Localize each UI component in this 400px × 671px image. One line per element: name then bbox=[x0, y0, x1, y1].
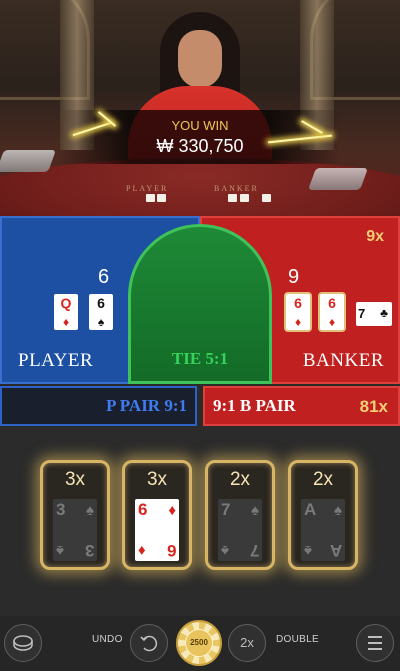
lightning-card: 2x 7 ♠ ♠ 7 bbox=[205, 460, 275, 570]
card-rank: 6 bbox=[166, 541, 176, 560]
banker-score: 9 bbox=[288, 266, 300, 288]
undo-label: UNDO bbox=[92, 634, 123, 645]
card-suit: ♦ bbox=[168, 502, 176, 519]
lightning-card: 3x 3 ♠ ♠ 3 bbox=[40, 460, 110, 570]
betting-area: 6 Q ♦ 6 ♠ PLAYER 9x 9 6 ♦ 6 ♦ 7 ♣ BANKER… bbox=[0, 216, 400, 386]
chip-selector[interactable]: 2500 bbox=[176, 620, 222, 666]
chip-stack-button[interactable] bbox=[4, 624, 42, 662]
chip-stack-icon bbox=[13, 635, 33, 651]
double-label: DOUBLE bbox=[276, 634, 319, 645]
card-suit: ♠ bbox=[97, 315, 105, 329]
chip-value: 2500 bbox=[190, 638, 208, 647]
player-pair-label: P PAIR 9:1 bbox=[106, 396, 187, 415]
player-pair-bet[interactable]: P PAIR 9:1 bbox=[0, 386, 197, 426]
bottom-controls: UNDO 2500 2x DOUBLE bbox=[0, 616, 400, 671]
undo-button[interactable] bbox=[130, 624, 168, 662]
card-rank: A bbox=[329, 541, 342, 560]
player-card: Q ♦ bbox=[54, 294, 78, 330]
banker-multiplier: 9x bbox=[366, 228, 384, 245]
card-suit: ♠ bbox=[334, 502, 342, 519]
table-card bbox=[146, 194, 155, 202]
card-rank: 3 bbox=[56, 500, 66, 519]
table-card bbox=[228, 194, 237, 202]
table-banker-text: BANKER bbox=[214, 184, 259, 193]
double-badge: 2x bbox=[240, 635, 254, 650]
lightning-cards-area: 3x 3 ♠ ♠ 3 3x 6 ♦ ♦ 6 2x 7 ♠ ♠ 7 2x A ♠ … bbox=[0, 426, 400, 616]
card-rank: 7 bbox=[249, 541, 259, 560]
card-rank: 6 bbox=[138, 500, 148, 519]
table-card bbox=[157, 194, 166, 202]
lightning-card: 3x 6 ♦ ♦ 6 bbox=[122, 460, 192, 570]
tie-label: TIE 5:1 bbox=[171, 349, 229, 368]
double-button[interactable]: 2x bbox=[228, 624, 266, 662]
card-suit: ♠ bbox=[304, 542, 312, 559]
card-rank: 6 bbox=[328, 295, 336, 311]
player-score: 6 bbox=[98, 266, 110, 288]
card-suit: ♠ bbox=[56, 542, 64, 559]
card-suit: ♦ bbox=[294, 315, 302, 329]
player-card: 6 ♠ bbox=[89, 294, 113, 330]
table-player-text: PLAYER bbox=[126, 184, 169, 193]
card-suit: ♠ bbox=[221, 542, 229, 559]
lightning-card-face: 3 ♠ ♠ 3 bbox=[53, 499, 97, 561]
win-banner: YOU WIN ₩ 330,750 bbox=[60, 110, 340, 164]
table-card bbox=[240, 194, 249, 202]
card-suit: ♠ bbox=[251, 502, 259, 519]
card-rank: 3 bbox=[84, 541, 94, 560]
lightning-multiplier: 3x bbox=[146, 469, 168, 490]
lightning-card-face: A ♠ ♠ A bbox=[301, 499, 345, 561]
card-suit: ♦ bbox=[62, 315, 70, 329]
discard-tray bbox=[307, 168, 369, 190]
card-rank: 6 bbox=[97, 295, 105, 311]
chip-face: 2500 bbox=[185, 629, 213, 657]
card-rank: 6 bbox=[294, 295, 302, 311]
lightning-multiplier: 3x bbox=[64, 469, 86, 490]
hamburger-icon bbox=[368, 636, 382, 650]
card-suit: ♣ bbox=[380, 306, 388, 320]
menu-button[interactable] bbox=[356, 624, 394, 662]
lightning-multiplier: 2x bbox=[229, 469, 251, 490]
card-rank: A bbox=[304, 500, 317, 519]
card-rank: Q bbox=[60, 295, 72, 311]
player-label: PLAYER bbox=[18, 350, 94, 371]
card-rank: 7 bbox=[358, 306, 366, 321]
lightning-card-face: 7 ♠ ♠ 7 bbox=[218, 499, 262, 561]
undo-arrow-icon bbox=[140, 635, 158, 652]
banker-label: BANKER bbox=[302, 350, 384, 371]
card-suit: ♦ bbox=[138, 542, 146, 559]
card-shoe bbox=[0, 150, 57, 172]
dealer-face bbox=[178, 30, 222, 88]
card-suit: ♦ bbox=[328, 315, 336, 329]
banker-card: 6 ♦ bbox=[286, 294, 310, 330]
lightning-multiplier: 2x bbox=[312, 469, 334, 490]
card-suit: ♠ bbox=[86, 502, 94, 519]
lightning-card-face: 6 ♦ ♦ 6 bbox=[135, 499, 179, 561]
live-dealer-video: PLAYER BANKER YOU WIN ₩ 330,750 bbox=[0, 0, 400, 216]
table-card bbox=[262, 194, 271, 202]
banker-third-card: 7 ♣ bbox=[356, 302, 392, 326]
banker-pair-label: 9:1 B PAIR bbox=[213, 396, 296, 415]
tie-bet-zone[interactable]: TIE 5:1 bbox=[128, 224, 272, 384]
lightning-card: 2x A ♠ ♠ A bbox=[288, 460, 358, 570]
banker-pair-bet[interactable]: 9:1 B PAIR 81x bbox=[203, 386, 400, 426]
banker-pair-multiplier: 81x bbox=[359, 397, 388, 416]
banker-card: 6 ♦ bbox=[320, 294, 344, 330]
card-rank: 7 bbox=[221, 500, 231, 519]
